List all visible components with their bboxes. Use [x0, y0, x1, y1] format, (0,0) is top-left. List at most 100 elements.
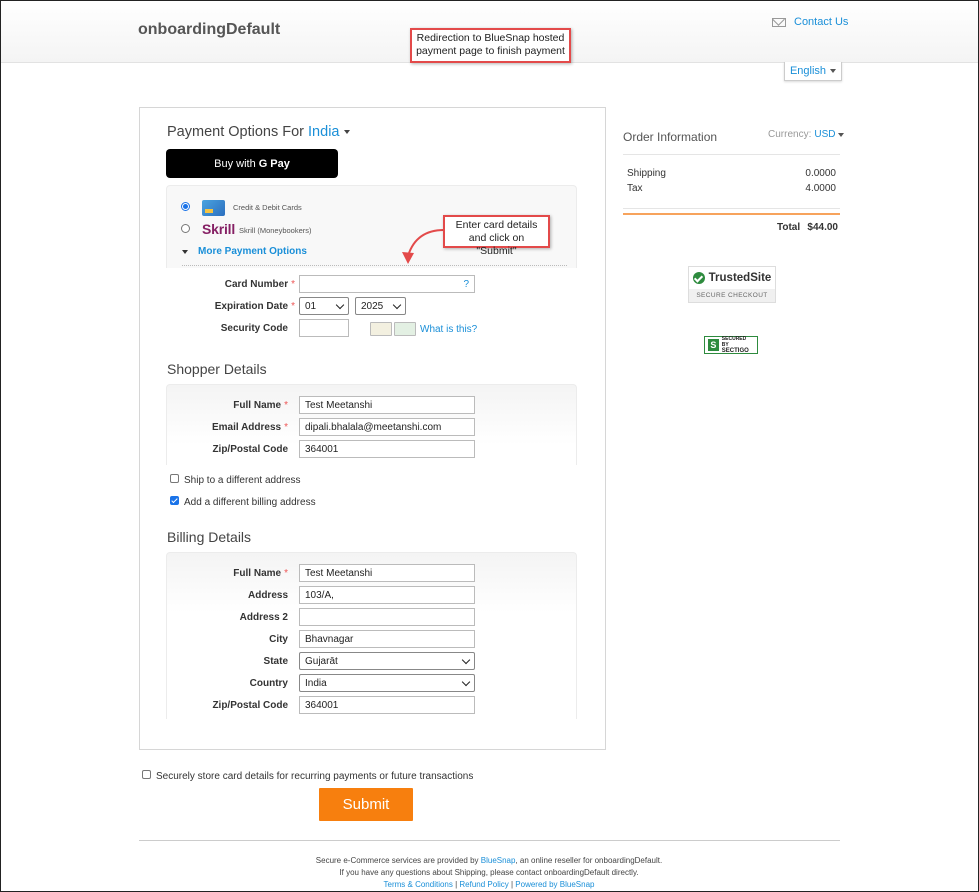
tax-value: 4.0000	[805, 183, 836, 194]
refund-policy-link[interactable]: Refund Policy	[459, 880, 508, 889]
radio-skrill[interactable]	[181, 224, 190, 233]
tax-label: Tax	[627, 183, 643, 194]
caret-down-icon	[182, 249, 188, 254]
shipping-value: 0.0000	[805, 168, 836, 179]
ship-different-label: Ship to a different address	[184, 475, 301, 486]
billing-full-name-label: Full Name *	[233, 568, 288, 579]
shopper-zip-label: Zip/Postal Code	[212, 444, 288, 455]
card-number-label: Card Number *	[224, 279, 295, 290]
ship-different-checkbox[interactable]	[170, 474, 179, 483]
currency-value: USD	[814, 129, 836, 140]
sectigo-shield-icon: S	[708, 339, 719, 351]
billing-zip-input[interactable]: 364001	[299, 696, 475, 714]
what-is-this-link[interactable]: What is this?	[420, 324, 477, 335]
footer-links: Terms & Conditions | Refund Policy | Pow…	[383, 880, 595, 889]
trustedsite-badge[interactable]: TrustedSite SECURE CHECKOUT	[688, 266, 776, 303]
trustedsite-subtitle: SECURE CHECKOUT	[689, 289, 775, 302]
shopper-details-title: Shopper Details	[167, 361, 267, 377]
billing-details-title: Billing Details	[167, 529, 252, 545]
order-information-title: Order Information	[623, 130, 718, 144]
caret-down-icon	[343, 130, 350, 135]
billing-city-label: City	[269, 634, 288, 645]
bluesnap-link[interactable]: BlueSnap	[481, 856, 516, 865]
caret-down-icon	[830, 69, 837, 73]
card-help-icon[interactable]: ?	[463, 279, 469, 290]
exp-year-select[interactable]: 2025	[355, 297, 406, 315]
skrill-label: Skrill (Moneybookers)	[239, 226, 312, 235]
security-code-input[interactable]	[299, 319, 349, 337]
annotation-arrow	[402, 229, 445, 264]
billing-different-label: Add a different billing address	[184, 497, 316, 508]
country-selector[interactable]: India	[308, 124, 350, 140]
divider	[623, 208, 840, 209]
language-value: English	[789, 65, 827, 77]
submit-button[interactable]: Submit	[319, 788, 413, 821]
billing-address2-label: Address 2	[239, 612, 288, 623]
sectigo-line1: SECURED BY	[721, 336, 747, 348]
redirect-annotation: Redirection to BlueSnap hosted payment p…	[410, 28, 571, 63]
more-payment-options-label: More Payment Options	[198, 246, 307, 257]
expiration-date-label: Expiration Date *	[214, 301, 295, 312]
exp-month-select[interactable]: 01	[299, 297, 349, 315]
sectigo-line2: SECTIGO	[721, 348, 749, 354]
billing-full-name-input[interactable]: Test Meetanshi	[299, 564, 475, 582]
chevron-down-icon	[392, 300, 402, 309]
divider	[182, 265, 567, 266]
radio-credit-debit[interactable]	[181, 202, 190, 211]
currency-label: Currency:	[768, 129, 812, 140]
skrill-logo: Skrill	[202, 221, 236, 237]
payment-options-label: Payment Options For	[167, 124, 304, 140]
shopper-full-name-label: Full Name *	[233, 400, 288, 411]
chevron-down-icon	[335, 300, 345, 309]
mail-icon	[772, 17, 786, 27]
divider	[623, 154, 840, 155]
sectigo-badge[interactable]: S SECURED BY SECTIGO	[704, 336, 758, 354]
chevron-down-icon	[461, 655, 471, 664]
gpay-label: Buy with	[214, 157, 256, 170]
card-number-input[interactable]: ?	[299, 275, 475, 293]
credit-card-icon	[202, 200, 225, 216]
billing-state-select[interactable]: Gujarāt	[299, 652, 475, 670]
total-value: $44.00	[807, 222, 838, 233]
powered-by-link[interactable]: Powered by BlueSnap	[515, 880, 594, 889]
brand-title: onboardingDefault	[138, 21, 281, 38]
billing-country-label: Country	[249, 678, 288, 689]
card-details-annotation: Enter card details and click on "Submit"	[443, 215, 550, 257]
shopper-email-label: Email Address *	[211, 422, 288, 433]
billing-address-label: Address	[247, 590, 288, 601]
total-divider	[623, 213, 840, 215]
chevron-down-icon	[461, 677, 471, 686]
caret-down-icon	[838, 132, 845, 137]
billing-country-select[interactable]: India	[299, 674, 475, 692]
billing-city-input[interactable]: Bhavnagar	[299, 630, 475, 648]
billing-zip-label: Zip/Postal Code	[212, 700, 288, 711]
footer-divider	[139, 840, 840, 841]
footer-line-1: Secure e-Commerce services are provided …	[315, 856, 663, 865]
contact-us-link[interactable]: Contact Us	[772, 16, 848, 28]
billing-address-input[interactable]: 103/A,	[299, 586, 475, 604]
payment-options-title: Payment Options For India	[167, 124, 350, 140]
billing-different-checkbox[interactable]	[170, 496, 179, 505]
contact-us-label: Contact Us	[794, 16, 849, 28]
shopper-email-input[interactable]: dipali.bhalala@meetanshi.com	[299, 418, 475, 436]
language-dropdown[interactable]: English	[784, 62, 842, 81]
store-card-label: Securely store card details for recurrin…	[156, 771, 474, 782]
store-card-checkbox[interactable]	[142, 770, 151, 779]
billing-state-label: State	[263, 656, 288, 667]
credit-debit-label: Credit & Debit Cards	[233, 203, 302, 212]
check-icon	[692, 272, 705, 284]
security-code-label: Security Code	[220, 323, 288, 334]
shopper-zip-input[interactable]: 364001	[299, 440, 475, 458]
gpay-brand: G Pay	[258, 157, 290, 170]
shipping-label: Shipping	[627, 168, 666, 179]
cvv-card-back-icon	[370, 322, 392, 336]
terms-link[interactable]: Terms & Conditions	[384, 880, 453, 889]
google-pay-button[interactable]: Buy with G Pay	[166, 149, 338, 178]
trustedsite-title: TrustedSite	[708, 272, 772, 284]
footer-line-2: If you have any questions about Shipping…	[339, 868, 639, 877]
currency-selector[interactable]: Currency: USD	[768, 129, 845, 140]
billing-address2-input[interactable]	[299, 608, 475, 626]
shopper-full-name-input[interactable]: Test Meetanshi	[299, 396, 475, 414]
more-payment-options[interactable]: More Payment Options	[182, 246, 307, 257]
total-label: Total	[777, 222, 801, 233]
